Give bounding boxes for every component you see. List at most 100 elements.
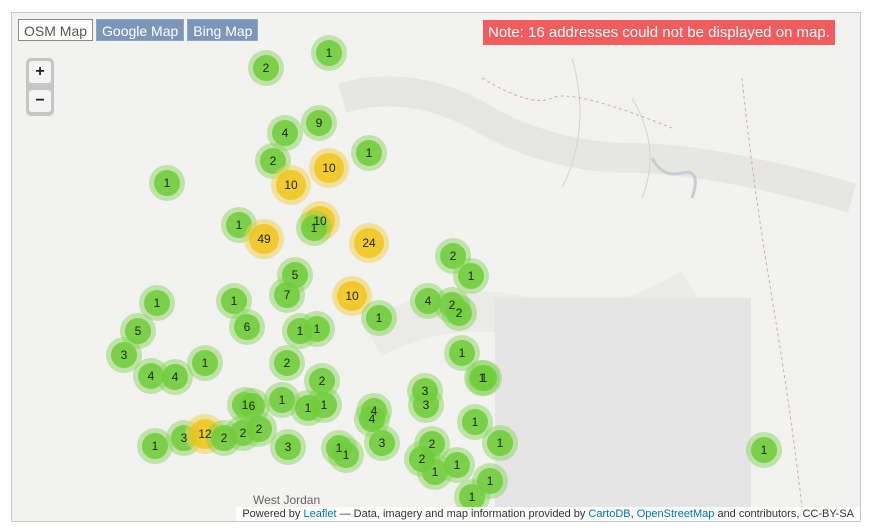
cluster-count: 2: [262, 61, 270, 75]
cluster-count: 2: [455, 306, 463, 320]
cluster-count: 1: [304, 401, 312, 415]
marker-cluster[interactable]: 1: [282, 313, 318, 349]
marker-cluster[interactable]: 1: [466, 360, 502, 396]
cluster-count: 1: [153, 296, 161, 310]
cluster-count: 1: [278, 393, 286, 407]
cluster-count: 5: [134, 324, 142, 338]
cluster-count: 1: [335, 441, 343, 455]
cluster-count: 1: [310, 221, 318, 235]
unmapped-addresses-note: Note: 16 addresses could not be displaye…: [483, 20, 835, 45]
map-provider-tabs: OSM Map Google Map Bing Map: [18, 19, 259, 41]
cluster-count: 4: [147, 369, 155, 383]
leaflet-link[interactable]: Leaflet: [303, 508, 336, 520]
marker-cluster[interactable]: 2: [441, 295, 477, 331]
marker-cluster[interactable]: 1: [351, 135, 387, 171]
cluster-count: 10: [284, 178, 298, 192]
marker-cluster[interactable]: 10: [309, 148, 349, 188]
cluster-count: 9: [315, 116, 323, 130]
tab-osm-map[interactable]: OSM Map: [18, 19, 94, 41]
cluster-count: 1: [151, 439, 159, 453]
cluster-count: 1: [453, 458, 461, 472]
cluster-count: 1: [467, 269, 475, 283]
cluster-count: 3: [284, 440, 292, 454]
cluster-count: 1: [342, 448, 350, 462]
marker-cluster[interactable]: 1: [361, 300, 397, 336]
cluster-count: 1: [480, 371, 488, 385]
cluster-count: 12: [198, 427, 212, 441]
marker-cluster[interactable]: 49: [244, 219, 284, 259]
cluster-count: 6: [243, 320, 251, 334]
cluster-count: 4: [424, 294, 432, 308]
marker-cluster[interactable]: 1: [321, 430, 357, 466]
cluster-count: 4: [368, 412, 376, 426]
cluster-count: 2: [269, 154, 277, 168]
marker-cluster[interactable]: 3: [270, 429, 306, 465]
tab-bing-map[interactable]: Bing Map: [187, 19, 259, 41]
cluster-count: 1: [201, 356, 209, 370]
cluster-count: 3: [378, 436, 386, 450]
cluster-count: 2: [220, 431, 228, 445]
place-label-west-jordan: West Jordan: [253, 493, 321, 507]
cluster-count: 49: [257, 232, 271, 246]
marker-cluster[interactable]: 2: [248, 50, 284, 86]
cluster-count: 4: [171, 370, 179, 384]
marker-cluster[interactable]: 9: [301, 105, 337, 141]
cluster-count: 3: [421, 384, 429, 398]
attribution-prefix: Powered by: [242, 508, 304, 520]
cartodb-link[interactable]: CartoDB: [588, 508, 630, 520]
marker-cluster[interactable]: 1: [439, 447, 475, 483]
cluster-count: 1: [365, 146, 373, 160]
cluster-count: 7: [283, 288, 291, 302]
cluster-count: 10: [322, 161, 336, 175]
cluster-count: 1: [760, 443, 768, 457]
cluster-count: 1: [320, 398, 328, 412]
marker-cluster[interactable]: 5: [120, 313, 156, 349]
cluster-count: 5: [291, 268, 299, 282]
marker-cluster[interactable]: 6: [229, 309, 265, 345]
marker-cluster[interactable]: 10: [271, 165, 311, 205]
cluster-count: 1: [496, 436, 504, 450]
marker-cluster[interactable]: 1: [311, 35, 347, 71]
zoom-in-button[interactable]: +: [29, 61, 51, 83]
cluster-count: 3: [120, 348, 128, 362]
cluster-count: 1: [375, 311, 383, 325]
marker-cluster[interactable]: 1: [482, 425, 518, 461]
cluster-count: 1: [486, 474, 494, 488]
cluster-count: 1: [325, 46, 333, 60]
cluster-count: 1: [431, 465, 439, 479]
cluster-count: 2: [428, 437, 436, 451]
marker-cluster[interactable]: 1: [472, 463, 508, 499]
marker-cluster[interactable]: 1: [149, 165, 185, 201]
cluster-count: 24: [362, 236, 376, 250]
marker-cluster[interactable]: 24: [349, 223, 389, 263]
cluster-count: 2: [239, 426, 247, 440]
cluster-count: 4: [281, 126, 289, 140]
cluster-count: 10: [345, 289, 359, 303]
cluster-count: 2: [449, 249, 457, 263]
cluster-count: 1: [313, 322, 321, 336]
attribution-suffix: and contributors, CC-BY-SA: [714, 508, 854, 520]
cluster-count: 1: [241, 398, 249, 412]
marker-cluster[interactable]: 2: [269, 345, 305, 381]
osm-link[interactable]: OpenStreetMap: [637, 508, 715, 520]
attribution-middle: — Data, imagery and map information prov…: [336, 508, 589, 520]
cluster-count: 1: [458, 346, 466, 360]
marker-cluster[interactable]: 7: [269, 277, 305, 313]
cluster-count: 2: [283, 356, 291, 370]
zoom-out-button[interactable]: −: [29, 90, 51, 112]
cluster-count: 1: [163, 176, 171, 190]
tab-google-map[interactable]: Google Map: [96, 19, 185, 41]
marker-cluster[interactable]: 1: [187, 345, 223, 381]
cluster-count: 1: [471, 415, 479, 429]
cluster-count: 2: [318, 374, 326, 388]
cluster-count: 1: [296, 324, 304, 338]
cluster-count: 6: [248, 399, 256, 413]
cluster-count: 2: [448, 298, 456, 312]
cluster-count: 3: [422, 398, 430, 412]
cluster-count: 3: [180, 431, 188, 445]
cluster-count: 1: [230, 294, 238, 308]
cluster-count: 2: [255, 422, 263, 436]
cluster-count: 1: [235, 218, 243, 232]
map-container[interactable]: West Jordan 1 2 1 9 4 2 1 10 10 1 49 24 10 1 5 7 10 2 1 2 4 1…: [11, 12, 861, 522]
marker-cluster[interactable]: 1: [746, 432, 782, 468]
